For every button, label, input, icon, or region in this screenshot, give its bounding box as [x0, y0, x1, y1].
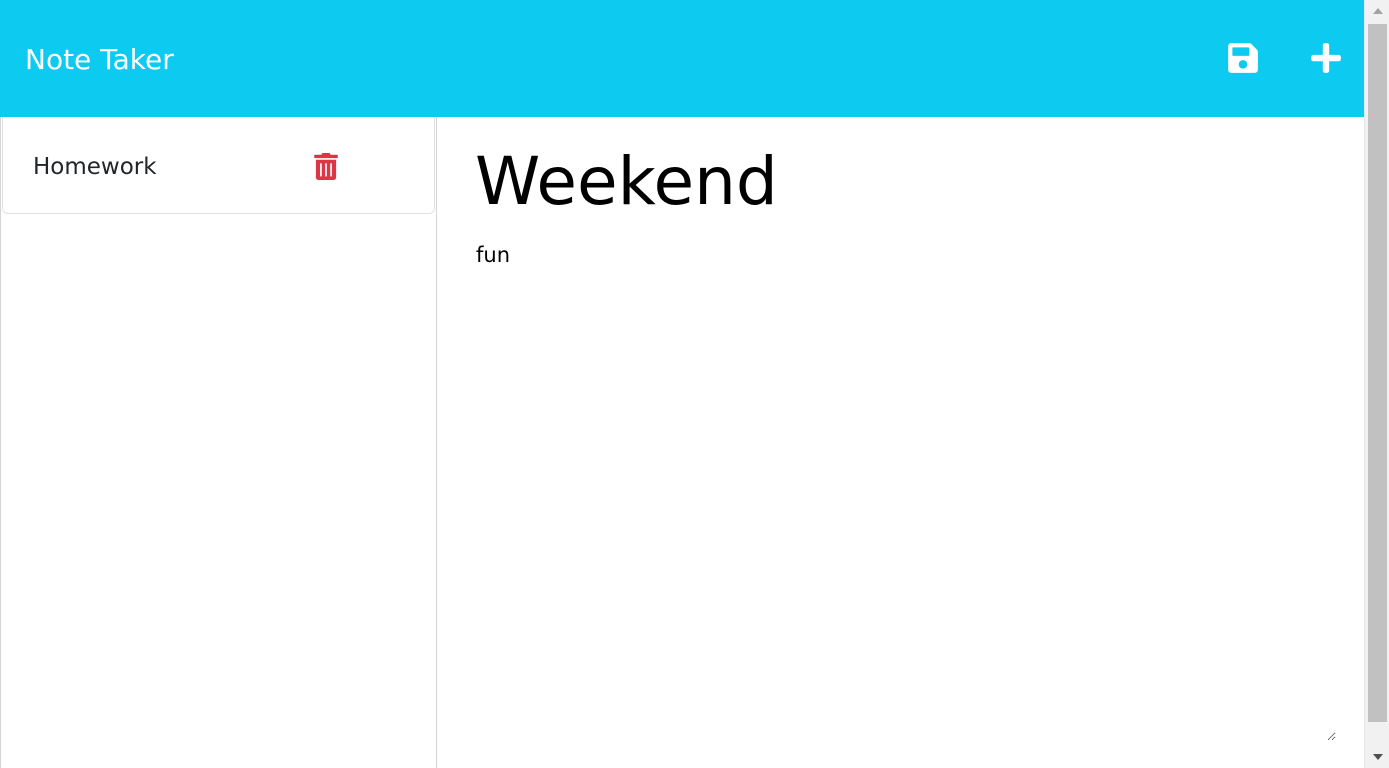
note-editor: fun [437, 117, 1364, 768]
note-item-title[interactable]: Homework [33, 153, 157, 181]
scroll-down-button[interactable] [1365, 746, 1389, 768]
new-note-button[interactable] [1308, 40, 1344, 76]
sidebar: Homework [0, 117, 437, 768]
save-icon [1228, 43, 1258, 73]
note-title-input[interactable] [475, 143, 1335, 221]
vertical-scrollbar[interactable] [1364, 0, 1389, 768]
arrow-up-icon [1372, 8, 1383, 14]
plus-icon [1311, 43, 1341, 73]
navbar: Note Taker [0, 0, 1364, 117]
note-taker-app: Note Taker Homework fun [0, 0, 1389, 768]
scrollbar-thumb[interactable] [1368, 24, 1387, 722]
save-note-button[interactable] [1225, 40, 1261, 76]
arrow-down-icon [1372, 754, 1383, 760]
brand-title[interactable]: Note Taker [25, 42, 174, 78]
list-item[interactable]: Homework [2, 117, 435, 214]
delete-note-button[interactable] [312, 151, 340, 181]
trash-icon [314, 152, 338, 180]
note-list: Homework [1, 117, 436, 214]
note-text-area[interactable]: fun [476, 241, 1336, 741]
scroll-up-button[interactable] [1365, 0, 1389, 22]
